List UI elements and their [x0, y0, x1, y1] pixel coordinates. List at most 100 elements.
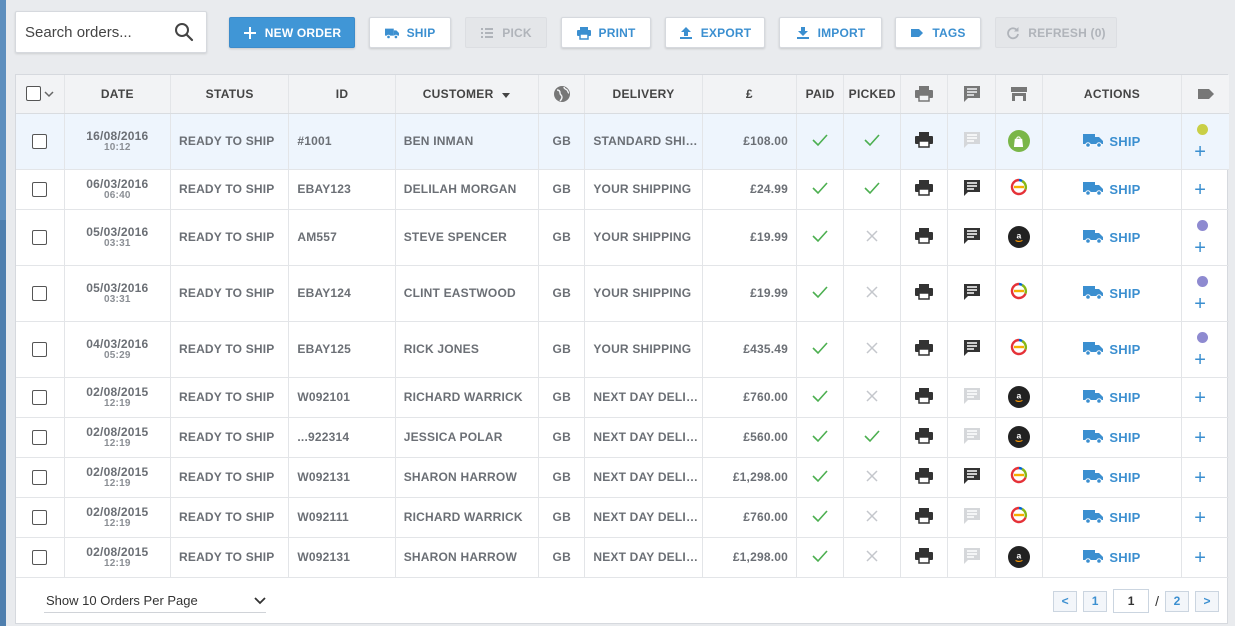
add-tag-icon[interactable]: + — [1194, 142, 1206, 162]
tag-color-dot[interactable] — [1197, 275, 1209, 287]
new-order-button[interactable]: NEW ORDER — [229, 17, 355, 48]
row-select-cell[interactable] — [16, 321, 65, 378]
row-checkbox[interactable] — [32, 341, 48, 357]
search-icon[interactable] — [174, 22, 194, 42]
row-select-cell[interactable] — [16, 457, 65, 498]
customer-cell[interactable]: RICK JONES — [395, 321, 540, 378]
tag-color-dot[interactable] — [1197, 123, 1209, 135]
row-checkbox[interactable] — [32, 389, 48, 405]
print-button[interactable]: PRINT — [561, 17, 651, 48]
tags-button[interactable]: TAGS — [895, 17, 981, 48]
ship-button[interactable]: SHIP — [369, 17, 451, 48]
row-ship-button[interactable]: SHIP — [1083, 340, 1140, 359]
customer-cell[interactable]: SHARON HARROW — [395, 537, 540, 578]
add-tag-icon[interactable]: + — [1194, 388, 1206, 408]
printer-icon[interactable] — [915, 427, 934, 447]
add-tag-icon[interactable]: + — [1194, 428, 1206, 448]
add-tag-icon[interactable]: + — [1194, 508, 1206, 528]
channel-column-header[interactable] — [995, 75, 1043, 114]
tags-column-header[interactable] — [1181, 75, 1229, 114]
customer-cell[interactable]: CLINT EASTWOOD — [395, 265, 540, 322]
order-id-cell[interactable]: EBAY125 — [288, 321, 396, 378]
add-tag-icon[interactable]: + — [1194, 548, 1206, 568]
order-id-cell[interactable]: ...922314 — [288, 417, 396, 458]
next-page-button[interactable]: > — [1195, 590, 1219, 612]
prev-page-button[interactable]: < — [1053, 590, 1078, 612]
printer-icon[interactable] — [915, 227, 934, 247]
search-input[interactable] — [25, 23, 175, 41]
order-id-cell[interactable]: AM557 — [288, 209, 396, 266]
table-row[interactable]: 02/08/2015 12:19 READY TO SHIP W092131 SHARO… — [16, 457, 1229, 498]
page-number-input[interactable] — [1113, 589, 1150, 613]
row-ship-button[interactable]: SHIP — [1083, 228, 1140, 247]
actions-column-header[interactable]: ACTIONS — [1042, 75, 1183, 114]
id-column-header[interactable]: ID — [288, 75, 396, 114]
note-icon[interactable] — [963, 283, 981, 304]
row-select-cell[interactable] — [16, 417, 65, 458]
note-icon[interactable] — [963, 227, 981, 248]
order-id-cell[interactable]: W092131 — [288, 457, 396, 498]
row-checkbox[interactable] — [32, 469, 48, 485]
order-id-cell[interactable]: EBAY123 — [288, 169, 396, 210]
row-ship-button[interactable]: SHIP — [1083, 508, 1140, 527]
printer-icon[interactable] — [915, 283, 934, 303]
note-icon[interactable] — [963, 547, 981, 568]
add-tag-icon[interactable]: + — [1194, 468, 1206, 488]
row-ship-button[interactable]: SHIP — [1083, 468, 1140, 487]
order-id-cell[interactable]: EBAY124 — [288, 265, 396, 322]
table-row[interactable]: 02/08/2015 12:19 READY TO SHIP ...922314 JES… — [16, 417, 1229, 458]
table-row[interactable]: 02/08/2015 12:19 READY TO SHIP W092131 SHARO… — [16, 537, 1229, 578]
order-id-cell[interactable]: W092131 — [288, 537, 396, 578]
add-tag-icon[interactable]: + — [1194, 180, 1206, 200]
customer-column-header[interactable]: CUSTOMER — [395, 75, 540, 114]
customer-cell[interactable]: STEVE SPENCER — [395, 209, 540, 266]
table-row[interactable]: 04/03/2016 05:29 READY TO SHIP EBAY125 RICK … — [16, 321, 1229, 378]
first-page-button[interactable]: 1 — [1083, 590, 1108, 612]
printer-icon[interactable] — [915, 467, 934, 487]
row-select-cell[interactable] — [16, 377, 65, 418]
row-ship-button[interactable]: SHIP — [1083, 284, 1140, 303]
row-checkbox[interactable] — [32, 133, 48, 149]
status-column-header[interactable]: STATUS — [170, 75, 290, 114]
tag-color-dot[interactable] — [1197, 331, 1209, 343]
row-checkbox[interactable] — [32, 429, 48, 445]
export-button[interactable]: EXPORT — [665, 17, 765, 48]
paid-column-header[interactable]: PAID — [796, 75, 845, 114]
table-row[interactable]: 02/08/2015 12:19 READY TO SHIP W092111 RICHA… — [16, 497, 1229, 538]
customer-cell[interactable]: RICHARD WARRICK — [395, 497, 540, 538]
customer-cell[interactable]: JESSICA POLAR — [395, 417, 540, 458]
row-select-cell[interactable] — [16, 169, 65, 210]
select-all-header[interactable] — [16, 75, 65, 114]
add-tag-icon[interactable]: + — [1194, 294, 1206, 314]
pick-button[interactable]: PICK — [465, 17, 547, 48]
add-tag-icon[interactable]: + — [1194, 350, 1206, 370]
customer-cell[interactable]: RICHARD WARRICK — [395, 377, 540, 418]
row-checkbox[interactable] — [32, 181, 48, 197]
last-page-button[interactable]: 2 — [1165, 590, 1189, 612]
date-column-header[interactable]: DATE — [64, 75, 172, 114]
row-ship-button[interactable]: SHIP — [1083, 548, 1140, 567]
add-tag-icon[interactable]: + — [1194, 238, 1206, 258]
note-icon[interactable] — [963, 179, 981, 200]
customer-cell[interactable]: SHARON HARROW — [395, 457, 540, 498]
printer-icon[interactable] — [915, 179, 934, 199]
row-checkbox[interactable] — [32, 549, 48, 565]
row-ship-button[interactable]: SHIP — [1083, 132, 1140, 151]
row-select-cell[interactable] — [16, 209, 65, 266]
table-row[interactable]: 05/03/2016 03:31 READY TO SHIP AM557 STEVE S… — [16, 209, 1229, 266]
order-id-cell[interactable]: W092101 — [288, 377, 396, 418]
row-checkbox[interactable] — [32, 285, 48, 301]
note-icon[interactable] — [963, 507, 981, 528]
order-id-cell[interactable]: W092111 — [288, 497, 396, 538]
row-checkbox[interactable] — [32, 509, 48, 525]
row-select-cell[interactable] — [16, 265, 65, 322]
table-row[interactable]: 06/03/2016 06:40 READY TO SHIP EBAY123 DELIL… — [16, 169, 1229, 210]
note-icon[interactable] — [963, 131, 981, 152]
row-select-cell[interactable] — [16, 497, 65, 538]
row-ship-button[interactable]: SHIP — [1083, 388, 1140, 407]
row-ship-button[interactable]: SHIP — [1083, 180, 1140, 199]
printer-icon[interactable] — [915, 547, 934, 567]
picked-column-header[interactable]: PICKED — [843, 75, 902, 114]
refresh-button[interactable]: REFRESH (0) — [995, 17, 1117, 48]
customer-cell[interactable]: BEN INMAN — [395, 113, 540, 170]
